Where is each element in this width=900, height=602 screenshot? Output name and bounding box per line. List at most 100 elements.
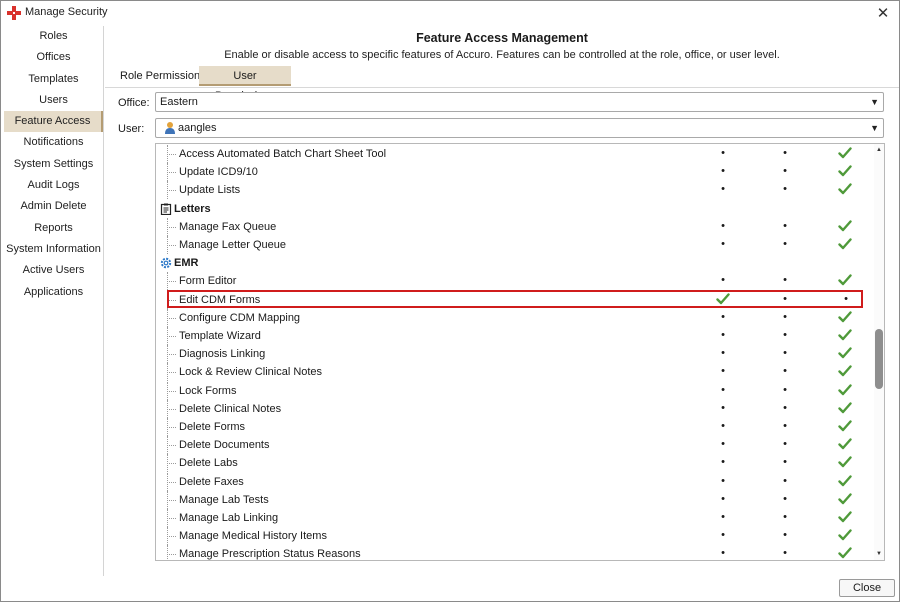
permission-unset-dot[interactable]: • xyxy=(781,148,789,159)
permission-unset-dot[interactable]: • xyxy=(719,475,727,487)
permission-unset-dot[interactable]: • xyxy=(719,512,727,523)
check-icon[interactable] xyxy=(838,492,852,506)
permission-unset-dot[interactable]: • xyxy=(781,421,789,432)
permission-unset-dot[interactable]: • xyxy=(719,166,727,177)
permission-unset-dot[interactable]: • xyxy=(719,330,727,341)
permission-unset-dot[interactable]: • xyxy=(781,275,789,286)
sidebar-item-templates[interactable]: Templates xyxy=(4,69,103,90)
permission-unset-dot[interactable]: • xyxy=(781,330,789,341)
close-button[interactable]: Close xyxy=(839,579,895,597)
check-icon[interactable] xyxy=(838,510,852,524)
tree-guide-line xyxy=(167,281,176,283)
permission-unset-dot[interactable]: • xyxy=(719,275,727,286)
permission-unset-dot[interactable]: • xyxy=(719,184,727,195)
permission-unset-dot[interactable]: • xyxy=(719,239,727,250)
tree-row-label: Manage Lab Tests xyxy=(179,493,269,506)
sidebar-item-reports[interactable]: Reports xyxy=(4,218,103,239)
permission-unset-dot[interactable]: • xyxy=(781,220,789,232)
permission-unset-dot[interactable]: • xyxy=(719,220,727,232)
permission-unset-dot[interactable]: • xyxy=(719,402,727,414)
permission-unset-dot[interactable]: • xyxy=(781,311,789,323)
office-label: Office: xyxy=(118,97,150,109)
check-icon[interactable] xyxy=(838,419,852,433)
scrollbar-thumb[interactable] xyxy=(875,328,883,389)
check-icon[interactable] xyxy=(838,219,852,233)
permission-unset-dot[interactable]: • xyxy=(781,402,789,414)
tree-row-label: Delete Labs xyxy=(179,457,238,470)
check-icon[interactable] xyxy=(838,146,852,160)
tree-row: Lock Forms • • xyxy=(156,381,874,400)
permission-unset-dot[interactable]: • xyxy=(719,530,727,541)
permission-unset-dot[interactable]: • xyxy=(719,548,727,559)
check-icon[interactable] xyxy=(838,474,852,488)
permission-unset-dot[interactable]: • xyxy=(719,148,727,159)
permission-unset-dot[interactable]: • xyxy=(781,348,789,359)
sidebar-item-applications[interactable]: Applications xyxy=(4,282,103,303)
tree-row: Template Wizard • • xyxy=(156,327,874,345)
permission-unset-dot[interactable]: • xyxy=(781,366,789,377)
permission-unset-dot[interactable]: • xyxy=(719,348,727,359)
user-select[interactable]: aangles ▼ xyxy=(155,118,884,138)
tree-guide-line xyxy=(167,154,176,155)
scroll-up-icon[interactable]: ▲ xyxy=(874,145,884,155)
check-icon[interactable] xyxy=(838,528,852,542)
permission-unset-dot[interactable]: • xyxy=(781,530,789,541)
permission-unset-dot[interactable]: • xyxy=(719,366,727,377)
permission-unset-dot[interactable]: • xyxy=(781,548,789,559)
permission-unset-dot[interactable]: • xyxy=(781,457,789,468)
tree-row-label: Manage Letter Queue xyxy=(179,239,287,251)
permission-unset-dot[interactable]: • xyxy=(781,239,789,250)
check-icon[interactable] xyxy=(838,164,852,178)
check-icon[interactable] xyxy=(838,346,852,360)
permission-unset-dot[interactable]: • xyxy=(781,384,789,396)
check-icon[interactable] xyxy=(838,546,852,560)
check-icon[interactable] xyxy=(838,328,852,342)
permission-unset-dot[interactable]: • xyxy=(781,475,789,487)
check-icon[interactable] xyxy=(838,182,852,196)
tree-row: Lock & Review Clinical Notes • • xyxy=(156,363,874,382)
sidebar-item-feature-access[interactable]: Feature Access xyxy=(4,111,103,133)
permission-unset-dot[interactable]: • xyxy=(781,166,789,177)
tree-row-label: Manage Medical History Items xyxy=(179,530,327,543)
sidebar-item-audit-logs[interactable]: Audit Logs xyxy=(4,175,103,196)
sidebar-item-users[interactable]: Users xyxy=(4,90,103,111)
sidebar-item-offices[interactable]: Offices xyxy=(4,47,103,68)
permission-unset-dot[interactable]: • xyxy=(781,512,789,523)
sidebar-item-system-information[interactable]: System Information xyxy=(4,239,103,260)
tab-role-permissions[interactable]: Role Permissions xyxy=(113,66,213,86)
permission-unset-dot[interactable]: • xyxy=(781,493,789,505)
tree-row: Diagnosis Linking • • xyxy=(156,345,874,364)
tab-user-permissions[interactable]: User Permissions xyxy=(199,66,291,102)
tree-guide-line xyxy=(167,172,176,174)
permission-unset-dot[interactable]: • xyxy=(719,384,727,396)
scroll-down-icon[interactable]: ▼ xyxy=(874,549,884,559)
permission-unset-dot[interactable]: • xyxy=(719,439,727,450)
permission-unset-dot[interactable]: • xyxy=(781,439,789,450)
check-icon[interactable] xyxy=(838,237,852,251)
check-icon[interactable] xyxy=(838,364,852,378)
sidebar-item-active-users[interactable]: Active Users xyxy=(4,260,103,281)
check-icon[interactable] xyxy=(838,437,852,451)
permission-unset-dot[interactable]: • xyxy=(781,184,789,195)
sidebar-item-admin-delete[interactable]: Admin Delete xyxy=(4,196,103,217)
tree-category-label: EMR xyxy=(174,257,199,270)
check-icon[interactable] xyxy=(838,273,852,287)
tree-row: Manage Lab Linking • • xyxy=(156,509,874,527)
check-icon[interactable] xyxy=(838,455,852,469)
window-close-icon[interactable]: ✕ xyxy=(873,3,893,23)
check-icon[interactable] xyxy=(838,310,852,324)
check-icon[interactable] xyxy=(838,383,852,397)
sidebar-item-notifications[interactable]: Notifications xyxy=(4,132,103,153)
tree-row-label: Manage Lab Linking xyxy=(179,512,279,524)
office-select[interactable]: Eastern ▼ xyxy=(155,92,884,112)
sidebar-item-system-settings[interactable]: System Settings xyxy=(4,154,103,175)
tree-row-label: Manage Fax Queue xyxy=(179,220,277,233)
sidebar-item-roles[interactable]: Roles xyxy=(4,26,103,47)
check-icon[interactable] xyxy=(838,401,852,415)
permission-unset-dot[interactable]: • xyxy=(719,311,727,323)
permission-unset-dot[interactable]: • xyxy=(719,457,727,468)
vertical-scrollbar[interactable]: ▲ ▼ xyxy=(874,144,884,560)
permission-unset-dot[interactable]: • xyxy=(719,421,727,432)
permission-unset-dot[interactable]: • xyxy=(719,493,727,505)
tree-guide-line xyxy=(167,545,168,560)
